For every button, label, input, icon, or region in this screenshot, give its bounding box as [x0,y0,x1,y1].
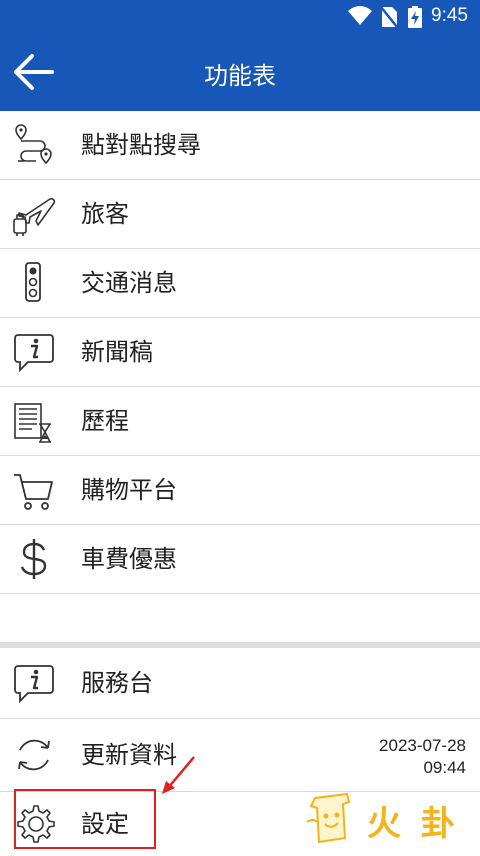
info-bubble-icon [14,334,54,373]
menu-item-fare-discount[interactable]: 車費優惠 [0,525,480,594]
menu-list: 點對點搜尋 旅客 交通消息 新聞稿 歷程 購物平台 車費優惠 服務台 更新資料 … [0,111,480,852]
menu-item-press-release[interactable]: 新聞稿 [0,318,480,387]
last-updated-time: 09:44 [423,758,466,777]
menu-item-label: 交通消息 [81,269,177,297]
history-list-icon [14,403,51,443]
refresh-icon [18,739,50,771]
battery-charging-icon [408,6,422,28]
traveler-plane-icon [13,197,56,236]
menu-item-label: 歷程 [81,407,129,435]
status-bar: 9:45 [0,0,480,34]
shopping-cart-icon [14,474,53,510]
info-bubble-icon [14,665,54,704]
status-time: 9:45 [431,5,468,26]
menu-item-route-search[interactable]: 點對點搜尋 [0,111,480,180]
traffic-light-icon [25,262,41,302]
menu-item-traveler[interactable]: 旅客 [0,180,480,249]
menu-item-label: 服務台 [81,669,153,697]
menu-item-history[interactable]: 歷程 [0,387,480,456]
menu-item-label: 旅客 [81,200,129,228]
annotation-arrow-icon [162,756,195,794]
dollar-icon [20,539,47,579]
watermark-text: 火 卦 [367,804,459,844]
menu-item-label: 車費優惠 [81,545,177,573]
menu-item-label: 點對點搜尋 [81,131,201,159]
page-title: 功能表 [204,62,276,90]
menu-item-label: 購物平台 [81,476,177,504]
watermark-mascot-icon [306,792,351,844]
wifi-icon [348,6,372,26]
menu-item-traffic-news[interactable]: 交通消息 [0,249,480,318]
last-updated-date: 2023-07-28 [379,736,466,755]
menu-item-shopping[interactable]: 購物平台 [0,456,480,525]
route-icon [15,124,52,165]
menu-item-update-data[interactable]: 更新資料 2023-07-28 09:44 [0,719,480,792]
watermark: 火 卦 [303,788,473,850]
last-updated: 2023-07-28 09:44 [379,735,466,779]
no-sim-icon [380,6,398,28]
menu-item-label: 新聞稿 [81,338,153,366]
menu-item-service-desk[interactable]: 服務台 [0,648,480,719]
settings-highlight-box [14,789,156,849]
app-bar: 9:45 功能表 [0,0,480,111]
